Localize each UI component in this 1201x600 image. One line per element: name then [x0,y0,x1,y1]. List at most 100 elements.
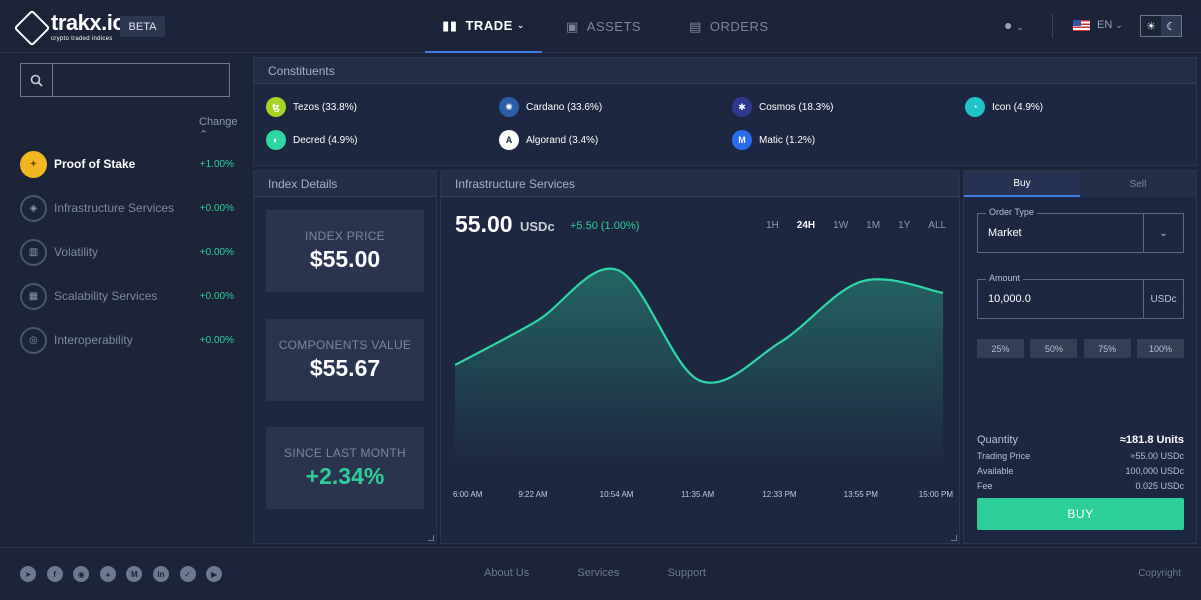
percent-25-button[interactable]: 25% [977,339,1024,358]
amount-value[interactable]: 10,000.0 [988,293,1031,305]
nav-trade[interactable]: ▮▮ TRADE ⌄ [425,0,542,53]
tab-sell[interactable]: Sell [1080,171,1196,197]
sun-icon[interactable]: ☀ [1141,16,1161,36]
index-name: Interoperability [54,333,133,347]
tab-buy[interactable]: Buy [964,171,1080,197]
index-icon: ▦ [20,282,47,310]
telegram-icon[interactable]: ➤ [20,566,36,582]
coin-icon: ✱ [732,97,752,117]
current-price: 55.00 [455,211,513,237]
components-value-label: COMPONENTS VALUE [278,338,412,352]
coin-icon: ◔ [965,97,985,117]
order-type-label: Order Type [986,207,1037,217]
logo[interactable]: trakx.io crypto traded indices [13,9,126,46]
x-tick-label: 6:00 AM [453,490,483,499]
range-24h[interactable]: 24H [797,220,815,231]
chevron-down-icon[interactable]: ⌄ [1143,214,1183,252]
youtube-icon[interactable]: ▶ [206,566,223,582]
language-label: EN [1097,19,1113,31]
github-icon[interactable]: ◕ [99,566,116,582]
social-links: ➤ f ◉ ◕ Min ✓ ▶ [20,566,233,582]
fee-label: Fee [977,480,993,491]
sidebar: Change ⌃ ✦ Proof of Stake +1.00% ◈ Infrastru… [0,53,249,546]
constituent-item: ✱ Cosmos (18.3%) [732,96,965,118]
x-tick-label: 11:35 AM [681,490,715,499]
medium-icon[interactable]: M [126,566,143,582]
about-us-link[interactable]: About Us [484,567,529,579]
index-item[interactable]: ◈ Infrastructure Services +0.00% [20,186,234,230]
range-1y[interactable]: 1Y [898,220,910,231]
index-name: Volatility [54,245,99,259]
user-menu[interactable]: ● ⌄ [1004,17,1024,33]
index-price-card: INDEX PRICE $55.00 [266,210,424,292]
change-sort-header[interactable]: Change ⌃ [199,116,249,141]
search-input[interactable] [53,64,229,96]
resize-handle[interactable] [951,535,957,541]
index-change: +0.00% [199,246,234,258]
order-type-select[interactable]: Order Type Market ⌄ [977,207,1184,253]
services-link[interactable]: Services [577,567,619,579]
constituent-label: Decred (4.9%) [293,134,358,146]
amount-label: Amount [986,273,1024,283]
x-tick-label: 10:54 AM [599,490,634,499]
wallet-icon: ▣ [566,18,579,34]
constituent-item: ✺ Cardano (33.6%) [499,96,732,118]
fee-row: Fee 0.025 USDc [977,478,1184,493]
index-item[interactable]: ◎ Interoperability +0.00% [20,318,234,362]
resize-handle[interactable] [428,535,434,541]
range-1w[interactable]: 1W [833,220,848,231]
moon-icon[interactable]: ☾ [1161,16,1181,36]
chart-title: Infrastructure Services [441,171,959,197]
nav-assets[interactable]: ▣ ASSETS [542,0,665,53]
x-tick-label: 13:55 PM [843,490,878,499]
search-icon[interactable] [21,64,53,96]
range-all[interactable]: ALL [928,220,946,231]
amount-field[interactable]: Amount 10,000.0 USDc [977,273,1184,319]
percent-75-button[interactable]: 75% [1083,339,1131,358]
bar-chart-icon: ▮▮ [442,17,458,33]
chart-area-fill [455,268,943,466]
support-link[interactable]: Support [667,567,706,579]
price-chart[interactable] [453,241,949,466]
time-range-selector: 1H 24H 1W 1M 1Y ALL [766,220,964,231]
coin-icon: ꜩ [266,97,286,117]
theme-toggle[interactable]: ☀ ☾ [1140,15,1182,37]
percent-50-button[interactable]: 50% [1030,339,1078,358]
facebook-icon[interactable]: f [46,566,63,582]
logo-tagline: crypto traded indices [51,36,113,42]
change-header-label: Change [199,116,238,128]
index-item[interactable]: ▥ Volatility +0.00% [20,230,234,274]
index-change: +1.00% [199,158,234,170]
constituent-label: Cosmos (18.3%) [759,101,834,113]
linkedin-icon[interactable]: in [152,566,169,582]
chevron-up-icon: ⌃ [199,129,209,141]
available-value: 100,000 USDc [1125,465,1184,476]
nav-assets-label: ASSETS [586,19,642,34]
components-value-card: COMPONENTS VALUE $55.67 [266,319,424,401]
index-item[interactable]: ▦ Scalability Services +0.00% [20,274,234,318]
constituent-item: ꜩ Tezos (33.8%) [266,96,499,118]
quantity-value: ≈181.8 Units [1119,434,1184,446]
copyright: Copyright [1138,568,1181,579]
footer: ➤ f ◉ ◕ Min ✓ ▶ About Us Services Support Copy… [0,547,1201,600]
price-unit: USDc [520,219,555,234]
available-row: Available 100,000 USDc [977,463,1184,478]
percent-100-button[interactable]: 100% [1136,339,1184,358]
index-icon: ◈ [20,194,47,222]
coin-icon: ◐ [266,130,286,150]
chevron-down-icon: ⌄ [516,20,525,30]
x-tick-label: 9:22 AM [518,490,548,499]
buy-button[interactable]: BUY [977,498,1184,530]
twitter-icon[interactable]: ✓ [179,566,196,582]
index-price-label: INDEX PRICE [305,229,385,243]
chevron-down-icon: ⌄ [1115,19,1123,30]
nav-orders[interactable]: ▤ ORDERS [665,0,792,53]
range-1h[interactable]: 1H [766,220,779,231]
reddit-icon[interactable]: ◉ [73,566,90,582]
language-selector[interactable]: EN ⌄ [1073,19,1123,31]
constituent-item: A Algorand (3.4%) [499,129,732,151]
range-1m[interactable]: 1M [866,220,880,231]
constituent-label: Algorand (3.4%) [526,134,599,146]
index-name: Proof of Stake [54,157,136,171]
index-item[interactable]: ✦ Proof of Stake +1.00% [20,142,234,186]
